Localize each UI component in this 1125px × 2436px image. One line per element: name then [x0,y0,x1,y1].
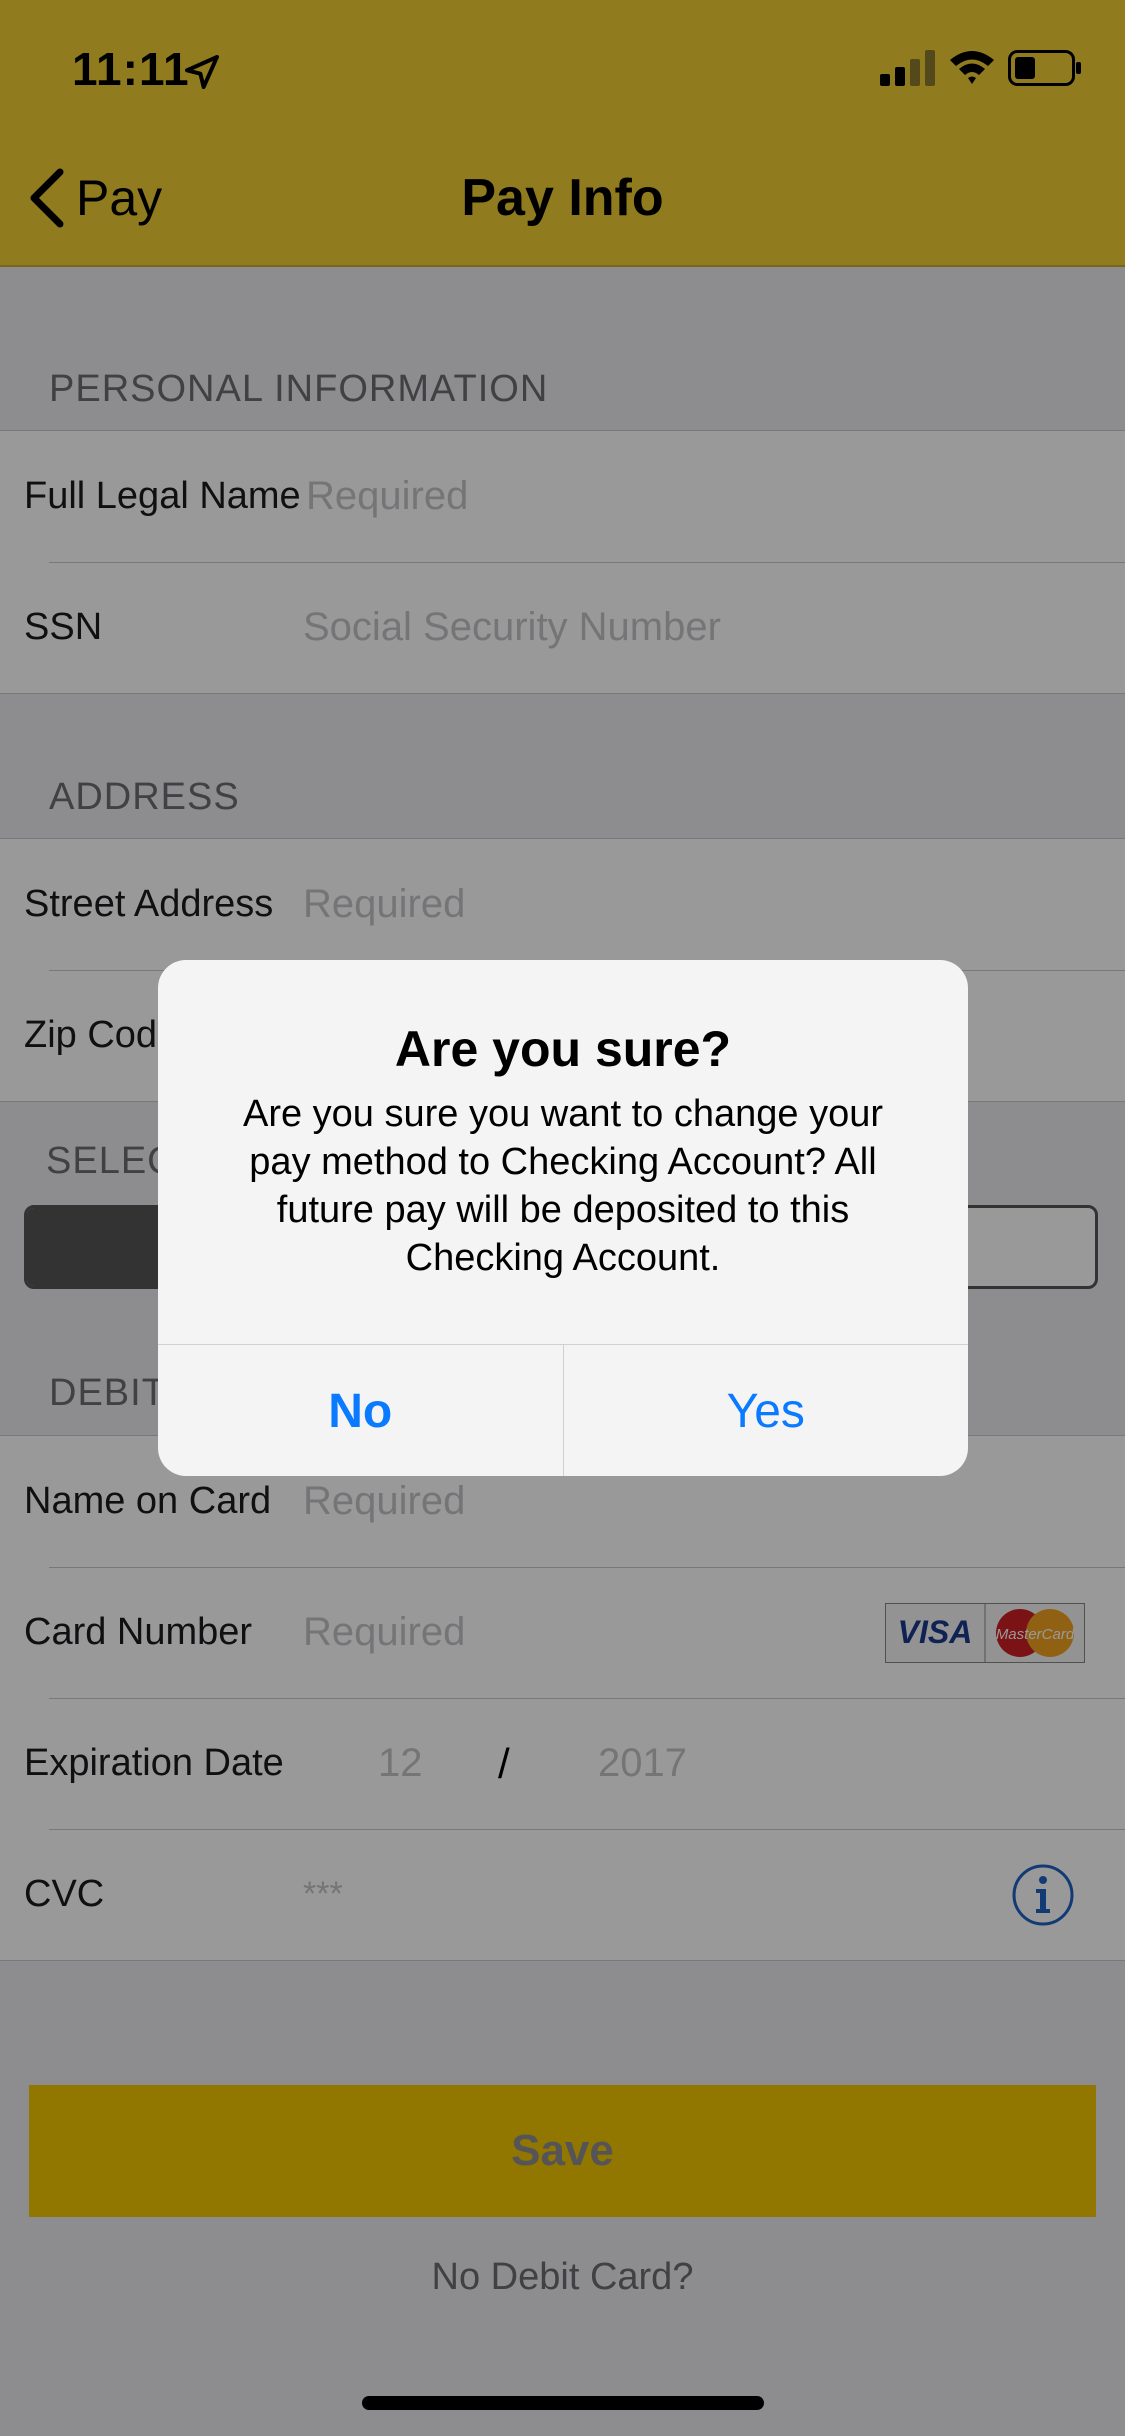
home-indicator [362,2396,764,2410]
alert-title: Are you sure? [394,1021,732,1077]
pay-info-screen: 11:11 Pay Pay Info PERSONAL INFORMATION … [0,0,1125,2436]
alert-no-button[interactable]: No [158,1345,564,1476]
alert-yes-button[interactable]: Yes [564,1345,969,1476]
alert-message: Are you sure you want to change your pay… [242,1093,884,1279]
confirm-alert-dialog: Are you sure? Are you sure you want to c… [158,960,968,1476]
alert-button-bar: No Yes [158,1344,968,1476]
